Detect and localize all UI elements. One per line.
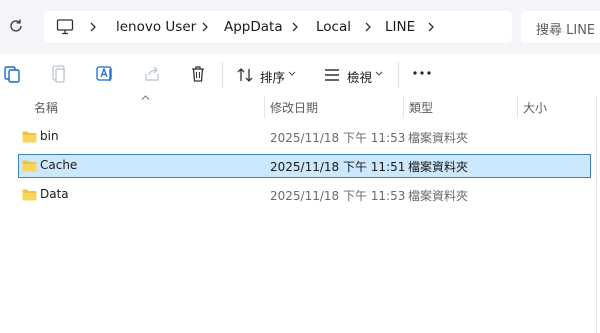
column-divider[interactable] [517,96,518,118]
file-name: bin [40,129,59,143]
search-placeholder: 搜尋 LINE [536,23,596,38]
folder-icon [22,131,37,143]
this-pc-icon[interactable] [56,18,74,36]
file-row[interactable]: bin 2025/11/18 下午 11:53 檔案資料夾 [18,125,591,149]
file-date: 2025/11/18 下午 11:53 [270,189,406,203]
view-label: 檢視 [347,70,373,85]
file-row[interactable]: Data 2025/11/18 下午 11:53 檔案資料夾 [18,183,591,207]
breadcrumb[interactable]: lenovo User AppData Local LINE [44,11,512,43]
chevron-right-icon[interactable] [290,18,300,36]
column-header-name[interactable]: 名稱 [34,99,58,116]
file-name: Data [40,187,69,201]
more-options-icon[interactable] [412,68,432,78]
breadcrumb-item-user[interactable]: lenovo User [116,19,196,35]
toolbar-divider [222,62,223,88]
file-type: 檔案資料夾 [408,160,469,174]
folder-icon [22,189,37,201]
column-header-row: 名稱 修改日期 類型 大小 [0,96,600,118]
column-header-size[interactable]: 大小 [523,99,547,116]
file-date: 2025/11/18 下午 11:53 [270,131,406,145]
share-icon[interactable] [142,64,162,84]
new-icon[interactable] [3,64,23,84]
rename-icon[interactable] [95,64,115,84]
sort-label: 排序 [260,70,286,85]
column-header-date[interactable]: 修改日期 [270,99,318,116]
file-type: 檔案資料夾 [408,189,469,203]
file-name: Cache [40,158,78,172]
chevron-down-icon [375,71,383,76]
address-bar: lenovo User AppData Local LINE 搜尋 LINE [0,0,600,54]
folder-icon [22,160,37,172]
breadcrumb-item-appdata[interactable]: AppData [224,19,283,35]
view-button[interactable]: 檢視 [323,64,393,86]
sort-icon [237,68,253,82]
command-bar: 排序 檢視 [0,54,600,96]
column-divider[interactable] [403,96,404,118]
breadcrumb-item-line[interactable]: LINE [385,19,415,35]
file-date: 2025/11/18 下午 11:51 [270,160,406,174]
view-icon [325,69,339,81]
copy-icon[interactable] [49,64,69,84]
column-header-type[interactable]: 類型 [409,99,433,116]
sort-button[interactable]: 排序 [236,64,304,86]
delete-icon[interactable] [188,64,208,84]
column-divider[interactable] [264,96,265,118]
chevron-right-icon[interactable] [363,18,373,36]
chevron-right-icon[interactable] [200,18,210,36]
search-box[interactable]: 搜尋 LINE [521,11,600,43]
file-row-selected[interactable]: Cache 2025/11/18 下午 11:51 檔案資料夾 [18,154,591,178]
chevron-right-icon[interactable] [426,18,436,36]
refresh-icon[interactable] [7,17,25,35]
toolbar-divider [398,62,399,88]
chevron-down-icon [288,71,296,76]
scrollbar-track[interactable] [596,96,597,333]
file-type: 檔案資料夾 [408,131,469,145]
breadcrumb-item-local[interactable]: Local [316,19,351,35]
chevron-right-icon[interactable] [88,18,98,36]
